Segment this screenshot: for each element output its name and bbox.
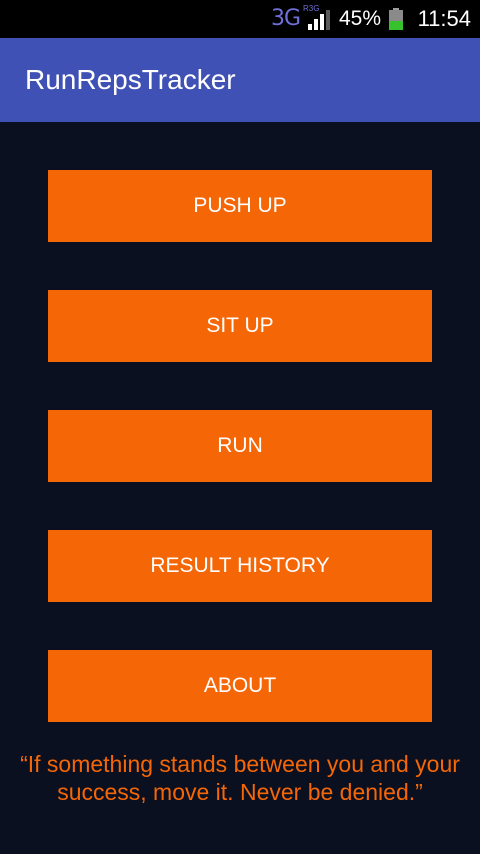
motivational-quote: “If something stands between you and you… <box>20 751 460 805</box>
clock: 11:54 <box>417 6 471 31</box>
network-type: 3G <box>271 6 301 31</box>
signal-icon <box>300 10 330 30</box>
app-title: RunRepsTracker <box>25 64 236 95</box>
run-button[interactable]: RUN <box>48 410 432 482</box>
push-up-button[interactable]: PUSH UP <box>48 170 432 242</box>
battery-percent: 45% <box>339 7 382 30</box>
about-button[interactable]: ABOUT <box>48 650 432 722</box>
sit-up-button[interactable]: SIT UP <box>48 290 432 362</box>
result-history-button[interactable]: RESULT HISTORY <box>48 530 432 602</box>
battery-icon <box>389 8 403 30</box>
app-bar: RunRepsTracker <box>0 38 480 122</box>
status-bar: 3G R3G 45% 11:54 <box>0 0 480 38</box>
